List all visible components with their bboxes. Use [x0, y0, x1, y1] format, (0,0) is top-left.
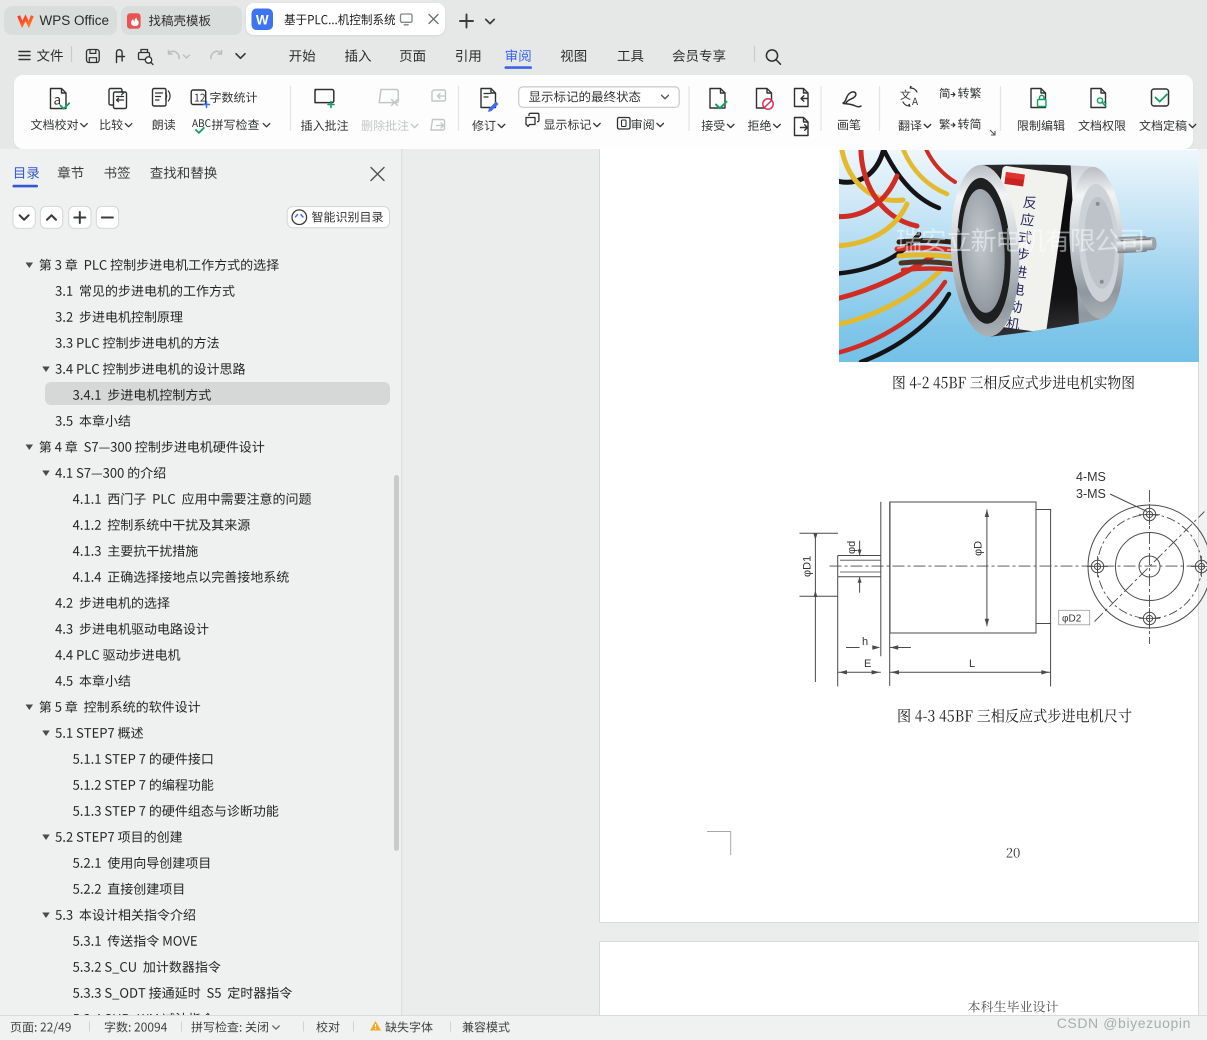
svg-text:CSDN @biyezuopin: CSDN @biyezuopin — [1057, 1015, 1191, 1031]
svg-text:W: W — [256, 13, 269, 28]
